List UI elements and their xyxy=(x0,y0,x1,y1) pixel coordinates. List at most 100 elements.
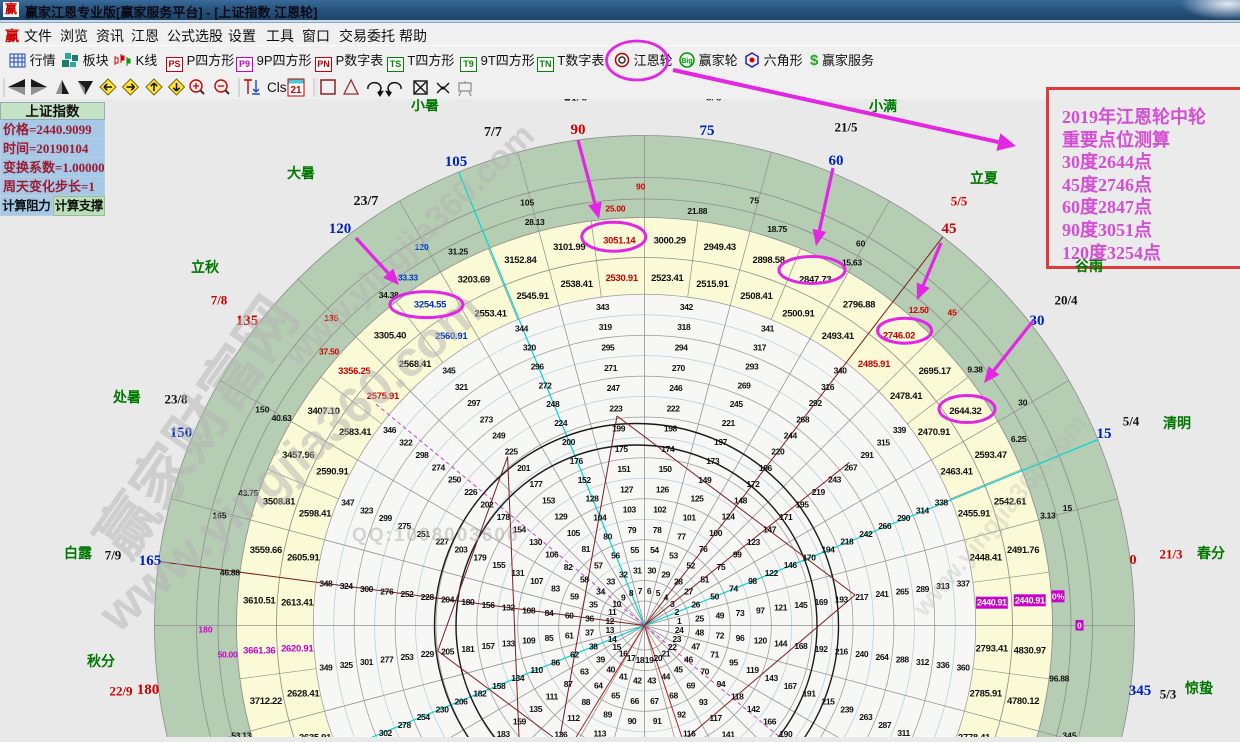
svg-text:2949.43: 2949.43 xyxy=(704,242,736,253)
svg-text:87: 87 xyxy=(564,679,573,689)
svg-text:254: 254 xyxy=(417,712,431,722)
svg-text:148: 148 xyxy=(734,495,748,505)
svg-text:111: 111 xyxy=(546,692,559,702)
svg-text:220: 220 xyxy=(771,447,785,457)
svg-text:6.25: 6.25 xyxy=(1011,434,1027,444)
svg-text:203: 203 xyxy=(455,545,469,555)
svg-text:46.88: 46.88 xyxy=(220,568,240,578)
svg-text:340: 340 xyxy=(834,366,848,376)
svg-text:2793.41: 2793.41 xyxy=(976,643,1009,654)
svg-text:36: 36 xyxy=(585,613,594,623)
svg-text:199: 199 xyxy=(612,424,626,434)
svg-text:130: 130 xyxy=(529,537,543,547)
svg-text:317: 317 xyxy=(753,343,767,353)
svg-text:41: 41 xyxy=(619,672,628,682)
svg-text:312: 312 xyxy=(916,657,930,667)
svg-text:15: 15 xyxy=(1063,503,1073,513)
svg-text:3712.22: 3712.22 xyxy=(250,696,282,707)
svg-text:190: 190 xyxy=(779,729,793,737)
svg-text:249: 249 xyxy=(492,431,506,441)
svg-text:240: 240 xyxy=(855,649,869,659)
svg-text:73: 73 xyxy=(736,608,745,618)
svg-text:150: 150 xyxy=(255,404,269,414)
svg-text:170: 170 xyxy=(803,552,817,562)
svg-text:Big: Big xyxy=(681,58,692,65)
svg-text:立夏: 立夏 xyxy=(970,170,999,187)
svg-text:39: 39 xyxy=(596,654,605,664)
svg-text:2523.41: 2523.41 xyxy=(651,273,684,284)
svg-text:250: 250 xyxy=(448,475,462,485)
svg-text:12.50: 12.50 xyxy=(909,305,929,315)
svg-text:166: 166 xyxy=(763,717,777,727)
svg-text:180: 180 xyxy=(198,624,212,634)
svg-text:45: 45 xyxy=(942,221,957,237)
svg-text:144: 144 xyxy=(774,638,788,648)
svg-text:360: 360 xyxy=(957,662,971,672)
svg-text:32: 32 xyxy=(619,569,628,579)
svg-text:246: 246 xyxy=(669,383,683,393)
svg-text:5/5: 5/5 xyxy=(951,194,968,209)
svg-text:107: 107 xyxy=(530,576,544,586)
svg-text:131: 131 xyxy=(511,568,525,578)
svg-text:21: 21 xyxy=(290,85,302,96)
svg-text:21/6: 21/6 xyxy=(564,99,588,104)
svg-text:320: 320 xyxy=(523,343,537,353)
svg-text:79: 79 xyxy=(628,525,637,535)
svg-text:42: 42 xyxy=(633,676,642,686)
svg-text:25: 25 xyxy=(695,613,704,623)
svg-text:76: 76 xyxy=(699,544,708,554)
svg-text:225: 225 xyxy=(505,447,519,457)
svg-text:45: 45 xyxy=(947,307,957,317)
svg-text:345: 345 xyxy=(1062,730,1076,737)
svg-text:2613.41: 2613.41 xyxy=(281,598,314,609)
svg-text:204: 204 xyxy=(441,595,455,605)
svg-text:267: 267 xyxy=(844,462,858,472)
svg-text:67: 67 xyxy=(650,696,659,706)
svg-text:218: 218 xyxy=(840,537,854,547)
svg-text:158: 158 xyxy=(492,681,506,691)
svg-text:298: 298 xyxy=(416,450,430,460)
svg-text:84: 84 xyxy=(545,608,554,618)
svg-text:15: 15 xyxy=(1097,426,1112,442)
svg-text:2628.41: 2628.41 xyxy=(287,688,320,699)
svg-text:2538.41: 2538.41 xyxy=(560,279,593,290)
svg-text:323: 323 xyxy=(360,505,374,515)
svg-text:217: 217 xyxy=(855,592,869,602)
svg-text:215: 215 xyxy=(822,697,836,707)
svg-text:小暑: 小暑 xyxy=(411,99,439,114)
svg-text:2470.91: 2470.91 xyxy=(918,427,951,438)
svg-text:47: 47 xyxy=(691,642,700,652)
svg-text:4830.97: 4830.97 xyxy=(1014,646,1046,657)
svg-text:5/4: 5/4 xyxy=(1123,414,1140,429)
svg-text:342: 342 xyxy=(680,302,694,312)
svg-text:立秋: 立秋 xyxy=(191,259,220,276)
svg-text:223: 223 xyxy=(609,403,623,413)
svg-text:206: 206 xyxy=(455,697,469,707)
svg-text:59: 59 xyxy=(570,592,579,602)
svg-text:35: 35 xyxy=(589,599,598,609)
svg-text:195: 195 xyxy=(796,500,810,510)
svg-text:95: 95 xyxy=(729,657,738,667)
svg-text:69: 69 xyxy=(686,681,695,691)
svg-text:21/3: 21/3 xyxy=(1159,547,1183,562)
svg-text:61: 61 xyxy=(565,630,574,640)
svg-text:278: 278 xyxy=(398,720,412,730)
svg-text:53.13: 53.13 xyxy=(231,730,251,737)
svg-text:343: 343 xyxy=(596,302,610,312)
svg-text:155: 155 xyxy=(492,560,506,570)
svg-text:99: 99 xyxy=(733,549,742,559)
svg-text:196: 196 xyxy=(759,463,773,473)
svg-text:205: 205 xyxy=(441,646,455,656)
svg-text:40: 40 xyxy=(606,665,615,675)
svg-text:75: 75 xyxy=(717,562,726,572)
svg-text:168: 168 xyxy=(794,641,808,651)
svg-text:191: 191 xyxy=(803,689,817,699)
svg-text:6: 6 xyxy=(647,586,652,596)
svg-text:201: 201 xyxy=(517,463,531,473)
svg-text:229: 229 xyxy=(421,649,435,659)
svg-text:5: 5 xyxy=(656,588,661,598)
svg-text:2463.41: 2463.41 xyxy=(940,467,973,478)
svg-text:100: 100 xyxy=(709,528,723,538)
svg-text:60: 60 xyxy=(565,611,574,621)
svg-text:3203.69: 3203.69 xyxy=(458,274,490,285)
